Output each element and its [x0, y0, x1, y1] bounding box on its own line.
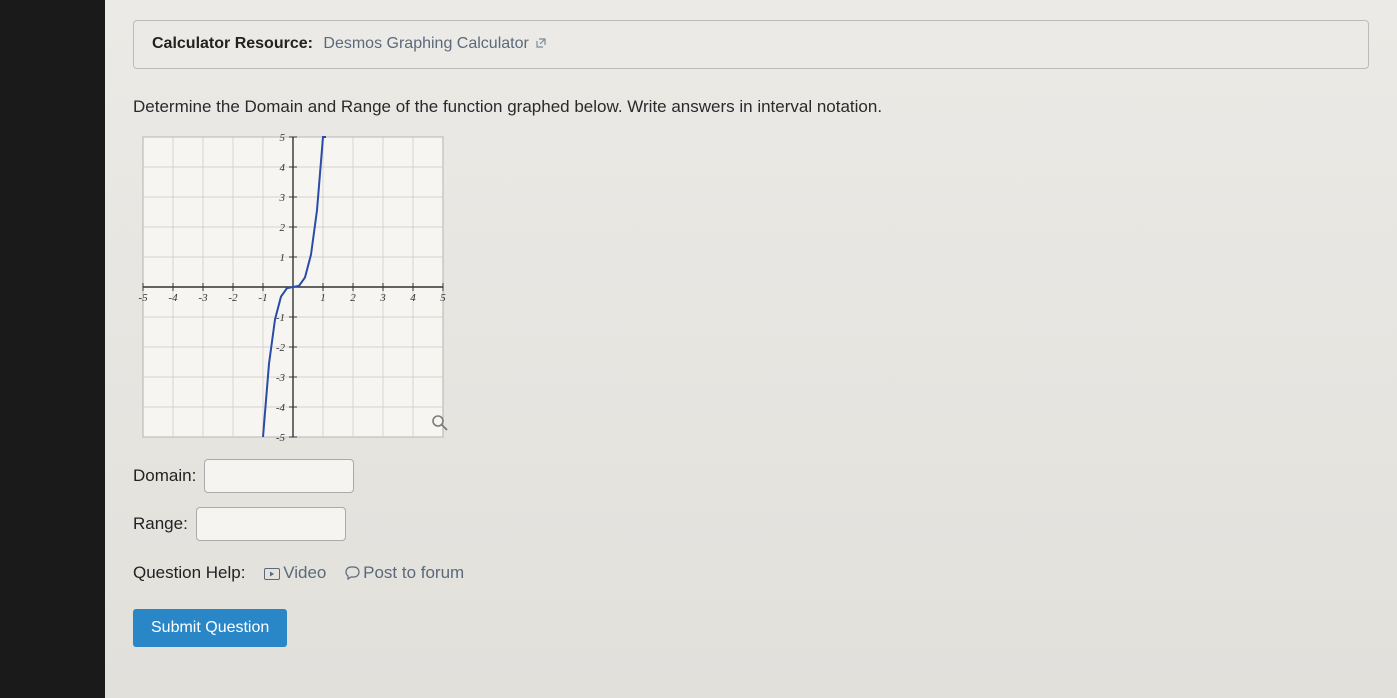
- domain-label: Domain:: [133, 466, 196, 486]
- question-prompt: Determine the Domain and Range of the fu…: [133, 97, 1369, 117]
- svg-text:3: 3: [279, 192, 286, 204]
- desmos-link[interactable]: Desmos Graphing Calculator: [323, 35, 547, 52]
- submit-button[interactable]: Submit Question: [133, 609, 287, 647]
- svg-text:-2: -2: [276, 342, 286, 354]
- svg-text:1: 1: [280, 252, 286, 264]
- forum-text: Post to forum: [363, 563, 464, 582]
- svg-text:-5: -5: [138, 292, 148, 304]
- video-text: Video: [283, 563, 326, 582]
- domain-row: Domain:: [133, 459, 1369, 493]
- svg-text:1: 1: [320, 292, 326, 304]
- video-icon: [264, 565, 280, 585]
- range-label: Range:: [133, 514, 188, 534]
- video-link[interactable]: Video: [264, 563, 331, 582]
- svg-text:-3: -3: [198, 292, 208, 304]
- svg-text:2: 2: [280, 222, 286, 234]
- main-content: Calculator Resource: Desmos Graphing Cal…: [105, 0, 1397, 698]
- svg-text:-2: -2: [228, 292, 238, 304]
- magnify-icon[interactable]: [431, 414, 449, 437]
- svg-text:4: 4: [280, 162, 286, 174]
- svg-text:5: 5: [280, 132, 286, 144]
- forum-link[interactable]: Post to forum: [345, 563, 464, 582]
- svg-text:4: 4: [410, 292, 416, 304]
- svg-text:-5: -5: [276, 432, 286, 444]
- svg-text:5: 5: [440, 292, 446, 304]
- question-help-row: Question Help: Video Post to forum: [133, 563, 1369, 585]
- svg-text:-4: -4: [276, 402, 286, 414]
- function-graph: -5-4-3-2-112345-5-4-3-2-112345: [133, 127, 453, 447]
- resource-label: Calculator Resource:: [152, 35, 313, 52]
- resource-box: Calculator Resource: Desmos Graphing Cal…: [133, 20, 1369, 69]
- svg-text:-4: -4: [168, 292, 178, 304]
- range-input[interactable]: [196, 507, 346, 541]
- svg-text:-1: -1: [258, 292, 267, 304]
- help-label: Question Help:: [133, 563, 245, 582]
- svg-text:3: 3: [379, 292, 386, 304]
- svg-text:2: 2: [350, 292, 356, 304]
- svg-text:-3: -3: [276, 372, 286, 384]
- domain-input[interactable]: [204, 459, 354, 493]
- resource-link-text: Desmos Graphing Calculator: [323, 35, 528, 52]
- range-row: Range:: [133, 507, 1369, 541]
- external-link-icon: [535, 36, 547, 54]
- left-gutter: [0, 0, 105, 698]
- comment-icon: [345, 565, 360, 585]
- graph-area: -5-4-3-2-112345-5-4-3-2-112345: [133, 127, 453, 447]
